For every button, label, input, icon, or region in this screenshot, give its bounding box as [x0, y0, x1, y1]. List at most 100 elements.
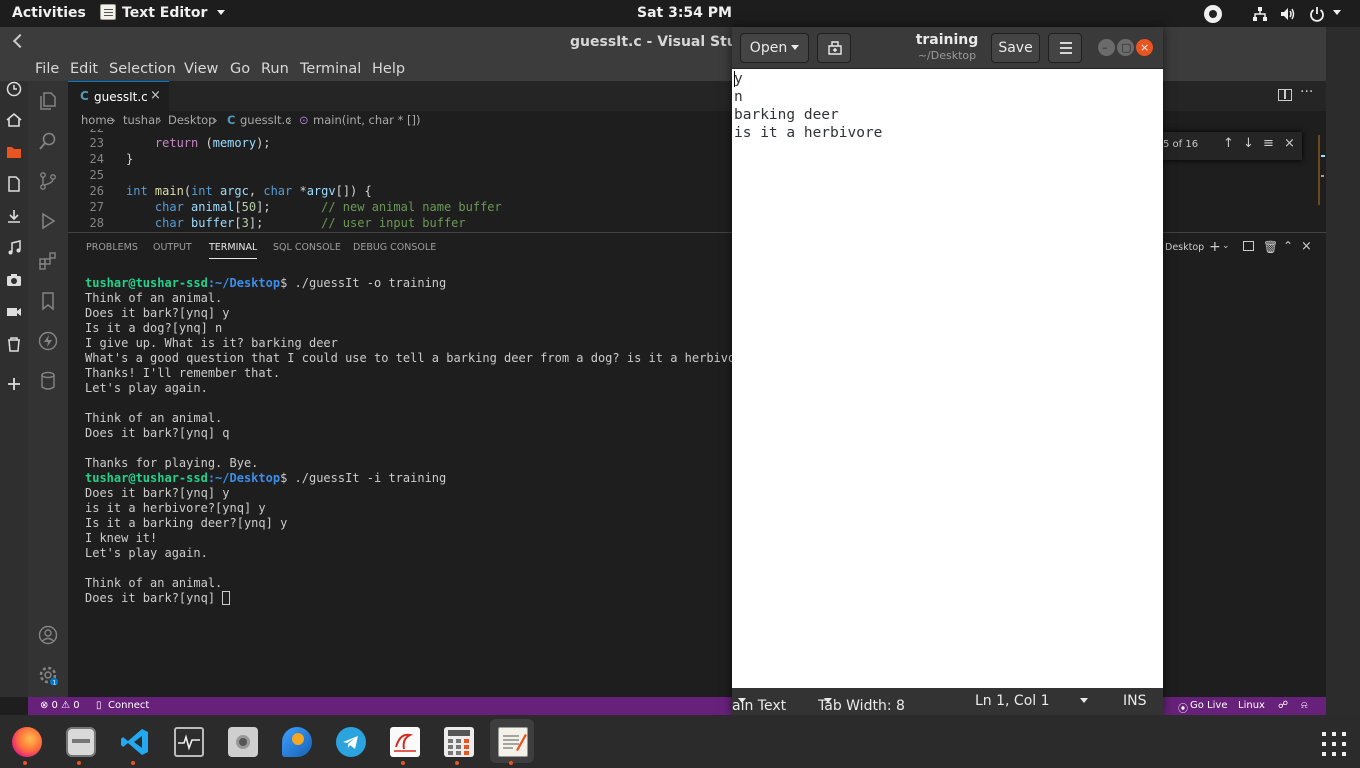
lightning-icon[interactable] — [38, 331, 58, 351]
back-arrow-icon[interactable] — [12, 33, 28, 49]
terminal-selector[interactable]: Desktop — [1165, 242, 1204, 253]
system-monitor-launcher[interactable] — [166, 719, 210, 763]
telegram-launcher[interactable] — [328, 719, 372, 763]
hamburger-menu-button[interactable] — [1048, 33, 1082, 63]
music-icon[interactable] — [6, 240, 22, 256]
settings-gear-icon[interactable]: 1 — [38, 665, 58, 685]
app-menu[interactable]: Text Editor — [100, 0, 226, 27]
okular-launcher[interactable] — [382, 719, 426, 765]
menu-run[interactable]: Run — [261, 61, 289, 77]
trash-icon[interactable] — [6, 336, 22, 352]
calculator-launcher[interactable] — [436, 719, 480, 765]
breadcrumb-folder[interactable]: Desktop — [168, 113, 215, 127]
tab-terminal[interactable]: TERMINAL — [209, 242, 258, 259]
breadcrumb-symbol[interactable]: main(int, char * []) — [313, 113, 420, 127]
arrow-down-icon[interactable]: ↓ — [1243, 136, 1254, 151]
tab-guessit-c[interactable]: C guessIt.c × — [68, 81, 169, 111]
feedback-icon[interactable]: ☍ — [1278, 700, 1288, 711]
extensions-icon[interactable] — [38, 251, 58, 271]
close-icon[interactable]: × — [1284, 136, 1295, 151]
close-window-button[interactable]: × — [1136, 39, 1153, 56]
folder-icon[interactable] — [6, 144, 22, 160]
insert-mode[interactable]: INS — [1123, 693, 1147, 709]
go-live-button[interactable]: Go Live — [1190, 700, 1227, 711]
output-text: Is it a dog?[ynq] n — [85, 321, 223, 335]
close-icon: × — [1140, 41, 1150, 54]
video-icon[interactable] — [6, 304, 22, 320]
breadcrumb-file[interactable]: guessIt.c — [240, 113, 292, 127]
split-terminal-icon[interactable] — [1243, 241, 1254, 251]
save-button[interactable]: Save — [991, 33, 1040, 63]
network-icon[interactable] — [1252, 6, 1268, 22]
find-in-selection-icon[interactable]: ≡ — [1263, 136, 1274, 151]
open-button[interactable]: Open — [740, 33, 809, 63]
bell-icon[interactable]: ⍾ — [1301, 700, 1308, 711]
menu-go[interactable]: Go — [230, 61, 250, 77]
power-icon[interactable] — [1309, 6, 1325, 22]
chevron-down-icon[interactable] — [1333, 10, 1341, 15]
menu-edit[interactable]: Edit — [70, 61, 98, 77]
explorer-icon[interactable] — [38, 91, 58, 111]
menu-terminal[interactable]: Terminal — [300, 61, 361, 77]
add-icon[interactable] — [6, 376, 22, 392]
source-control-icon[interactable] — [38, 171, 58, 191]
vscode-launcher[interactable] — [112, 719, 156, 765]
account-icon[interactable] — [38, 625, 58, 645]
connect-status[interactable]: Connect — [108, 700, 149, 711]
breadcrumb-home[interactable]: home — [81, 113, 114, 127]
show-applications-icon[interactable] — [1322, 732, 1346, 756]
tab-output[interactable]: OUTPUT — [153, 242, 192, 253]
privacy-indicator-icon[interactable] — [1204, 5, 1222, 23]
maximize-button[interactable]: ▢ — [1117, 39, 1134, 56]
trash-icon[interactable]: 🗑 — [1263, 240, 1278, 254]
bookmark-icon[interactable] — [38, 291, 58, 311]
text-editor-launcher[interactable] — [490, 719, 534, 765]
files-launcher[interactable] — [58, 719, 102, 765]
split-editor-icon[interactable] — [1278, 89, 1292, 101]
os-indicator[interactable]: Linux — [1238, 700, 1265, 711]
activities-button[interactable]: Activities — [12, 0, 86, 27]
new-terminal-icon[interactable]: + — [1209, 239, 1221, 255]
document-icon[interactable] — [6, 176, 22, 192]
close-icon[interactable]: × — [150, 88, 161, 103]
menu-selection[interactable]: Selection — [109, 61, 176, 77]
menu-help[interactable]: Help — [372, 61, 405, 77]
c-file-icon: C — [80, 89, 89, 103]
volume-icon[interactable] — [1280, 6, 1296, 22]
text-area[interactable]: y n barking deer is it a herbivore — [732, 69, 1163, 688]
cursor-position[interactable]: Ln 1, Col 1 — [975, 693, 1050, 709]
new-document-button[interactable] — [817, 33, 851, 63]
tab-debug-console[interactable]: DEBUG CONSOLE — [353, 242, 436, 253]
chevron-down-icon[interactable]: ⌄ — [1222, 241, 1230, 251]
problems-status[interactable]: ⊗ 0 ⚠ 0 — [40, 700, 80, 711]
text-editor-statusbar: ain Text Tab Width: 8 Ln 1, Col 1 INS — [732, 688, 1163, 715]
menu-file[interactable]: File — [35, 61, 59, 77]
minimize-button[interactable]: – — [1098, 39, 1115, 56]
clock-icon[interactable] — [6, 81, 22, 97]
clock[interactable]: Sat 3:54 PM — [637, 0, 732, 27]
screenshot-launcher[interactable] — [220, 719, 264, 763]
close-icon[interactable]: × — [1301, 239, 1312, 254]
maximize-panel-icon[interactable]: ⌃ — [1283, 239, 1293, 253]
krita-launcher[interactable] — [274, 719, 318, 763]
run-debug-icon[interactable] — [38, 211, 58, 231]
more-actions-icon[interactable]: ··· — [1300, 84, 1313, 100]
telegram-icon — [336, 727, 366, 757]
search-icon[interactable] — [38, 131, 58, 151]
download-icon[interactable] — [6, 208, 22, 224]
tab-sql-console[interactable]: SQL CONSOLE — [273, 242, 341, 253]
firefox-launcher[interactable] — [4, 719, 48, 765]
camera-icon[interactable] — [6, 272, 22, 288]
minimap[interactable] — [1316, 135, 1326, 205]
chevron-down-icon — [217, 10, 226, 15]
home-icon[interactable] — [6, 112, 22, 128]
terminal-output[interactable]: tushar@tushar-ssd:~/Desktop$ ./guessIt -… — [85, 276, 750, 606]
tab-problems[interactable]: PROBLEMS — [86, 242, 138, 253]
terminal-line: Think of an animal. — [85, 411, 750, 426]
breadcrumb-user[interactable]: tushar — [123, 113, 160, 127]
arrow-up-icon[interactable]: ↑ — [1223, 136, 1234, 151]
menu-view[interactable]: View — [184, 61, 218, 77]
database-icon[interactable] — [38, 371, 58, 391]
text-line: is it a herbivore — [734, 125, 883, 141]
